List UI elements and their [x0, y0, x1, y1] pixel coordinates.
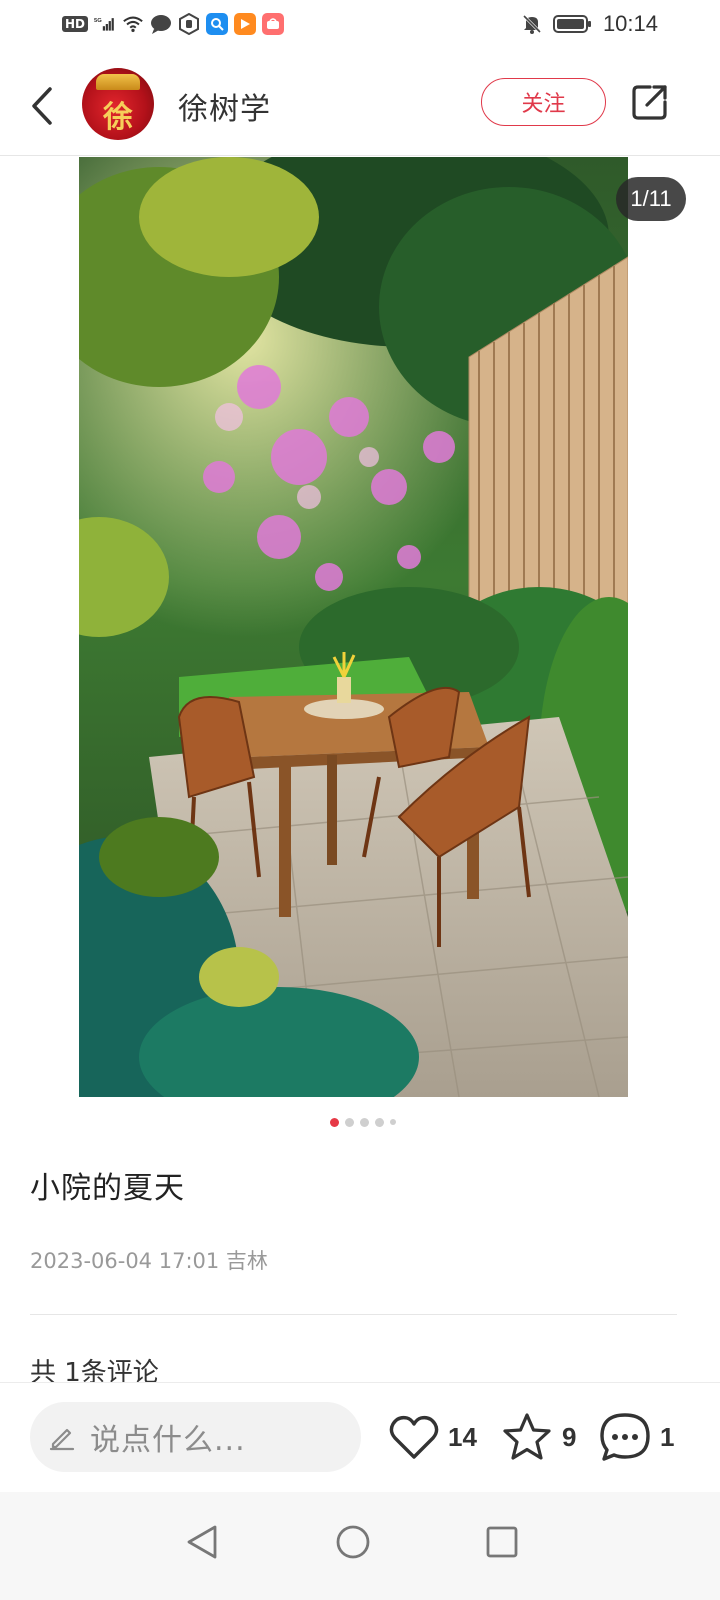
mute-icon — [521, 13, 543, 35]
like-button[interactable]: 14 — [388, 1408, 477, 1466]
star-icon — [503, 1413, 551, 1460]
square-recents-icon — [486, 1526, 518, 1558]
status-left: HD 5G — [62, 13, 285, 35]
heart-icon — [389, 1415, 439, 1459]
carousel-dot — [360, 1117, 369, 1127]
signal-5g-icon: 5G — [94, 13, 116, 35]
avatar[interactable]: 徐 — [82, 68, 154, 140]
battery-icon — [552, 13, 593, 35]
favorite-count: 9 — [562, 1421, 577, 1452]
comment-bubble-icon — [600, 1413, 650, 1461]
photo-carousel[interactable]: 1/11 — [0, 157, 720, 1097]
comment-count-number: 1 — [660, 1421, 675, 1452]
nav-back-button[interactable] — [172, 1512, 232, 1572]
search-app-icon — [206, 13, 229, 35]
system-nav-bar — [0, 1492, 720, 1600]
share-external-icon — [632, 85, 667, 120]
divider — [30, 1314, 677, 1315]
page-counter: 1/11 — [616, 177, 686, 221]
triangle-back-icon — [187, 1525, 217, 1559]
avatar-character: 徐 — [103, 100, 133, 135]
chevron-left-icon — [32, 87, 52, 125]
comment-input[interactable]: 说点什么... — [30, 1402, 361, 1472]
post-meta: 2023-06-04 17:01 吉林 — [30, 1249, 268, 1273]
follow-button[interactable]: 关注 — [481, 78, 606, 126]
pencil-icon — [49, 1428, 75, 1451]
carousel-dot — [375, 1117, 384, 1127]
nav-recents-button[interactable] — [472, 1512, 532, 1572]
hd-icon: HD — [62, 16, 89, 32]
back-button[interactable] — [24, 82, 60, 130]
favorite-button[interactable]: 9 — [500, 1408, 576, 1466]
carousel-dot — [345, 1117, 354, 1127]
user-name[interactable]: 徐树学 — [178, 84, 271, 128]
shop-app-icon — [262, 13, 285, 35]
nav-home-button[interactable] — [323, 1512, 383, 1572]
carousel-dot — [390, 1119, 396, 1125]
carousel-dot-active — [330, 1117, 339, 1127]
action-bar: 说点什么... 14 9 1 — [0, 1382, 720, 1492]
video-app-icon — [234, 13, 257, 35]
status-right: 10:14 — [521, 11, 658, 37]
svg-text:5G: 5G — [94, 18, 102, 24]
hand-icon — [178, 13, 200, 35]
like-count: 14 — [448, 1421, 477, 1452]
wifi-icon — [122, 13, 144, 35]
carousel-indicator — [0, 1117, 720, 1127]
post-title: 小院的夏天 — [30, 1171, 185, 1206]
message-icon — [150, 13, 172, 35]
post-header: 徐 徐树学 关注 — [0, 56, 720, 156]
share-button[interactable] — [628, 80, 672, 124]
circle-home-icon — [336, 1525, 370, 1559]
comment-button[interactable]: 1 — [598, 1408, 674, 1466]
status-bar: HD 5G 10:14 — [0, 0, 720, 48]
status-time: 10:14 — [602, 11, 658, 36]
garden-photo[interactable] — [79, 157, 628, 1097]
comment-placeholder: 说点什么... — [90, 1423, 246, 1458]
comment-count: 共 1条评论 — [30, 1358, 159, 1382]
